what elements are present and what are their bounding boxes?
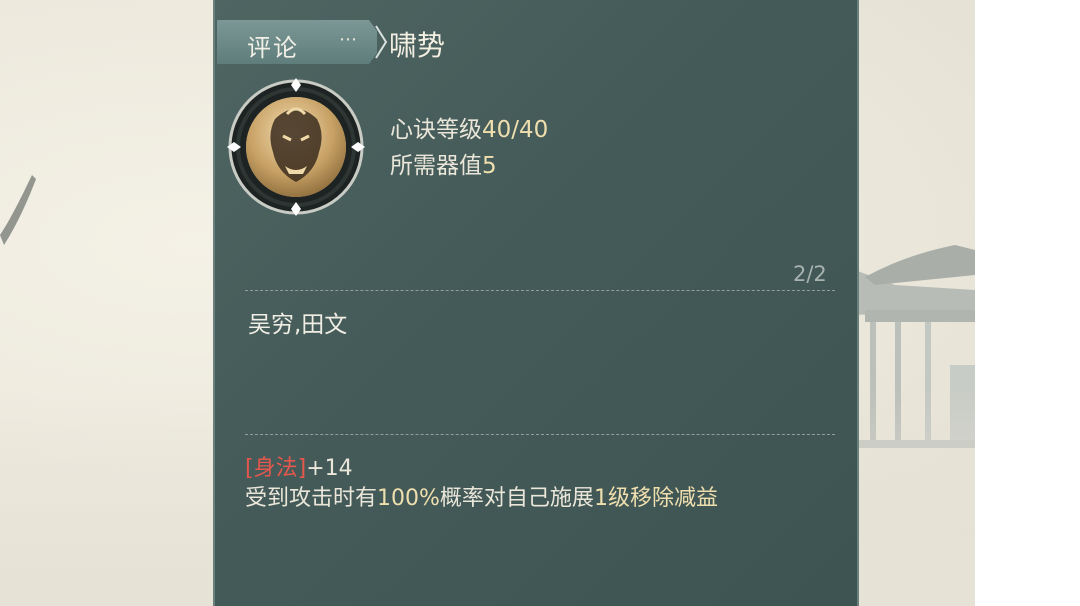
effect-description: 受到攻击时有100%概率对自己施展1级移除减益: [245, 480, 718, 512]
level-row: 心诀等级40/40: [390, 112, 548, 148]
divider: [245, 290, 835, 291]
chevron-right-icon: [375, 25, 388, 59]
page-indicator: 2/2: [793, 262, 827, 286]
skill-stats: 心诀等级40/40 所需器值5: [390, 112, 548, 184]
effect-text-1: 受到攻击时有: [245, 486, 378, 511]
attribute-bonus: [身法]+14: [245, 450, 353, 482]
comment-tab-label: 评论: [247, 34, 299, 62]
level-value: 40/40: [482, 117, 549, 143]
attribute-value: +14: [306, 456, 353, 481]
effect-text-3: 级移除减益: [607, 486, 718, 511]
cost-value: 5: [482, 153, 497, 179]
attribute-bracket-close: ]: [297, 456, 307, 481]
ellipsis-icon: ⋯: [339, 29, 358, 50]
branch-silhouette: [0, 175, 36, 245]
effect-chance: 100%: [377, 486, 440, 511]
attribute-name: 身法: [253, 456, 298, 481]
effect-text-2: 概率对自己施展: [439, 486, 594, 511]
level-label: 心诀等级: [390, 117, 482, 143]
owner-names: 吴穷,田文: [248, 312, 348, 338]
effect-level: 1: [593, 486, 608, 511]
right-margin: [975, 0, 1080, 606]
divider: [245, 434, 835, 435]
attribute-bracket-open: [: [245, 456, 254, 481]
cost-row: 所需器值5: [390, 148, 548, 184]
tiger-emblem-icon: [227, 78, 365, 216]
comment-tab[interactable]: 评论 ⋯: [217, 20, 377, 64]
skill-title: 啸势: [389, 29, 446, 62]
cost-label: 所需器值: [390, 153, 482, 179]
